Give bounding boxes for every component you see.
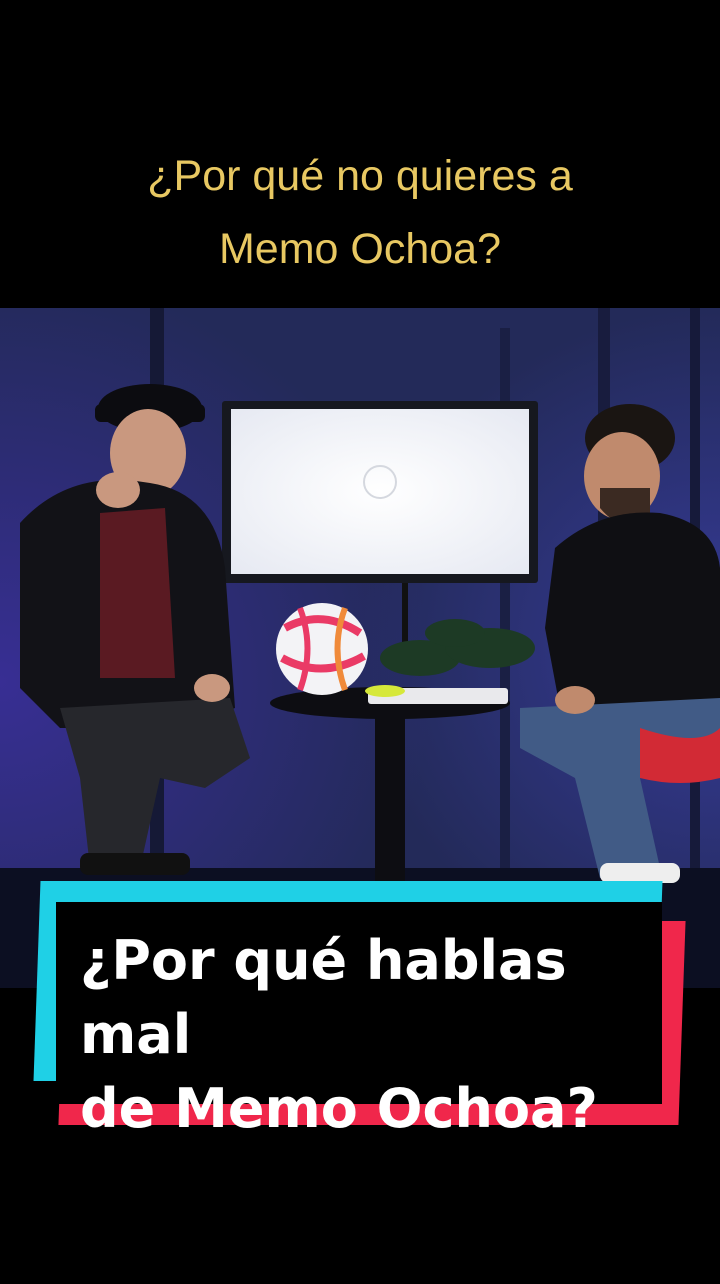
- main-caption: ¿Por qué hablas mal de Memo Ochoa?: [80, 924, 660, 1146]
- top-caption-line-1: ¿Por qué no quieres a: [147, 152, 573, 200]
- top-caption: ¿Por qué no quieres a Memo Ochoa?: [0, 140, 720, 286]
- soccer-ball: [276, 603, 368, 695]
- top-caption-line-2: Memo Ochoa?: [218, 225, 502, 273]
- main-caption-line-1: ¿Por qué hablas mal: [80, 929, 567, 1066]
- main-caption-line-2: de Memo Ochoa?: [80, 1077, 598, 1140]
